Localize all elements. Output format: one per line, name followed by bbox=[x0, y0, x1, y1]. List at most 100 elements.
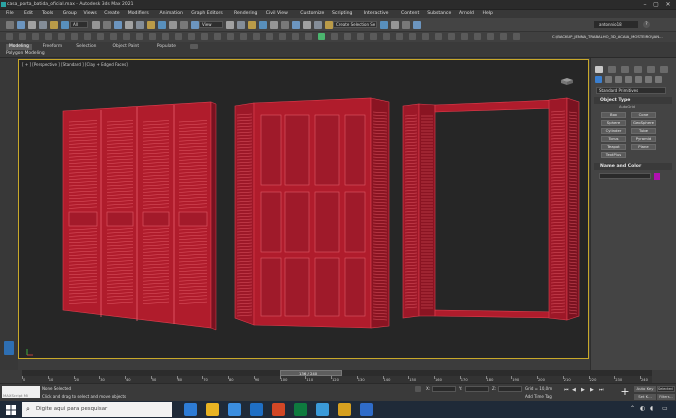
align-icon[interactable] bbox=[270, 21, 278, 29]
taskbar-app-icon[interactable] bbox=[250, 403, 263, 416]
z-field[interactable] bbox=[498, 386, 522, 392]
extra-tool-icon[interactable] bbox=[292, 33, 299, 40]
system-tray-icon[interactable]: ⌃ bbox=[630, 405, 635, 412]
lock-selection-icon[interactable] bbox=[415, 386, 421, 392]
menu-scripting[interactable]: Scripting bbox=[332, 11, 352, 16]
extra-tool-icon[interactable] bbox=[513, 33, 520, 40]
taskbar-app-icon[interactable] bbox=[272, 403, 285, 416]
spinner-snap-icon[interactable] bbox=[237, 21, 245, 29]
ribbon-tab-populate[interactable]: Populate bbox=[154, 44, 179, 50]
extra-tool-icon[interactable] bbox=[201, 33, 208, 40]
schematic-icon[interactable] bbox=[303, 21, 311, 29]
windows-start-icon[interactable] bbox=[6, 405, 16, 415]
maxscript-listener[interactable]: MAXScript Mi bbox=[2, 386, 40, 398]
extra-tool-icon[interactable] bbox=[45, 33, 52, 40]
link-icon[interactable] bbox=[28, 21, 36, 29]
prev-frame-icon[interactable]: ◀ bbox=[572, 387, 576, 393]
notifications-icon[interactable]: ▭ bbox=[662, 405, 668, 412]
object-color-swatch[interactable] bbox=[654, 173, 660, 180]
menu-create[interactable]: Create bbox=[104, 11, 119, 16]
taskbar-app-icon[interactable] bbox=[206, 403, 219, 416]
display-tab-icon[interactable] bbox=[647, 66, 655, 73]
add-time-tag-button[interactable]: Add Time Tag bbox=[525, 394, 552, 399]
taskbar-app-icon[interactable] bbox=[294, 403, 307, 416]
next-frame-icon[interactable]: ▶ bbox=[590, 387, 594, 393]
extra-tool-icon[interactable] bbox=[6, 33, 13, 40]
extra-tool-icon[interactable] bbox=[149, 33, 156, 40]
close-button[interactable]: ✕ bbox=[663, 1, 673, 9]
menu-animation[interactable]: Animation bbox=[160, 11, 183, 16]
scale-icon[interactable] bbox=[147, 21, 155, 29]
network-icon[interactable]: ◐ bbox=[640, 405, 645, 412]
taskbar-app-icon[interactable] bbox=[338, 403, 351, 416]
object-type-button[interactable]: Cylinder bbox=[601, 128, 626, 134]
object-type-rollout[interactable]: Object Type bbox=[594, 97, 672, 104]
object-type-button[interactable]: Torus bbox=[601, 136, 626, 142]
set-key-icon[interactable]: + bbox=[618, 385, 632, 399]
object-type-button[interactable]: Cone bbox=[631, 112, 656, 118]
workspace-path[interactable]: C:\BACKUP_JENNA_TRABALHO_3D_ACAIA_MOSTEI… bbox=[552, 34, 676, 39]
extra-tool-icon[interactable] bbox=[84, 33, 91, 40]
angle-snap-icon[interactable] bbox=[191, 21, 199, 29]
perspective-viewport[interactable]: [ + ] [Perspective ] [Standard ] [Clay +… bbox=[18, 59, 589, 359]
shapes-icon[interactable] bbox=[605, 76, 612, 83]
extra-tool-icon[interactable] bbox=[71, 33, 78, 40]
ribbon-tab-modeling[interactable]: Modeling bbox=[6, 44, 32, 50]
extra-tool-icon[interactable] bbox=[305, 33, 312, 40]
bind-icon[interactable] bbox=[50, 21, 58, 29]
autogrid-checkbox[interactable]: AutoGrid bbox=[619, 105, 635, 109]
extra-tool-icon[interactable] bbox=[279, 33, 286, 40]
extra-tool-icon[interactable] bbox=[19, 33, 26, 40]
extra-tool-icon[interactable] bbox=[175, 33, 182, 40]
help-icon[interactable]: ? bbox=[643, 21, 650, 28]
extra-tool-icon[interactable] bbox=[487, 33, 494, 40]
menu-file[interactable]: File bbox=[6, 11, 14, 16]
modify-tab-icon[interactable] bbox=[608, 66, 616, 73]
minimize-button[interactable]: – bbox=[640, 1, 650, 9]
cameras-icon[interactable] bbox=[625, 76, 632, 83]
select-name-icon[interactable] bbox=[92, 21, 100, 29]
name-color-rollout[interactable]: Name and Color bbox=[594, 163, 672, 170]
motion-tab-icon[interactable] bbox=[634, 66, 642, 73]
extra-tool-icon[interactable] bbox=[435, 33, 442, 40]
extra-tool-icon[interactable] bbox=[227, 33, 234, 40]
helpers-icon[interactable] bbox=[635, 76, 642, 83]
extra-tool-icon[interactable] bbox=[331, 33, 338, 40]
object-type-button[interactable]: Pyramid bbox=[631, 136, 656, 142]
rect-select-icon[interactable] bbox=[103, 21, 111, 29]
set-keys-button[interactable]: Set K... bbox=[634, 394, 656, 400]
render-setup-icon[interactable] bbox=[325, 21, 333, 29]
door-open-frame[interactable] bbox=[402, 97, 580, 321]
menu-group[interactable]: Group bbox=[63, 11, 77, 16]
named-selection-dropdown[interactable]: Create Selection Se bbox=[333, 21, 377, 28]
door-closed-shutters[interactable] bbox=[62, 101, 217, 331]
undo-icon[interactable] bbox=[6, 21, 14, 29]
extra-tool-icon[interactable] bbox=[357, 33, 364, 40]
extra-tool-icon[interactable] bbox=[266, 33, 273, 40]
menu-substance[interactable]: Substance bbox=[427, 11, 451, 16]
reference-coord-dropdown[interactable]: View bbox=[199, 21, 223, 28]
menu-rendering[interactable]: Rendering bbox=[234, 11, 257, 16]
extra-tool-icon[interactable] bbox=[136, 33, 143, 40]
menu-content[interactable]: Content bbox=[401, 11, 419, 16]
menu-views[interactable]: Views bbox=[84, 11, 97, 16]
place-icon[interactable] bbox=[158, 21, 166, 29]
material-editor-icon[interactable] bbox=[314, 21, 322, 29]
volume-icon[interactable]: ◖ bbox=[650, 405, 653, 412]
mirror-icon[interactable] bbox=[259, 21, 267, 29]
object-type-button[interactable]: Tube bbox=[631, 128, 656, 134]
object-type-button[interactable]: Box bbox=[601, 112, 626, 118]
object-type-button[interactable]: Sphere bbox=[601, 120, 626, 126]
extra-tool-icon[interactable] bbox=[58, 33, 65, 40]
object-type-button[interactable]: Teapot bbox=[601, 144, 626, 150]
extra-tool-icon[interactable] bbox=[110, 33, 117, 40]
extra-tool-icon[interactable] bbox=[370, 33, 377, 40]
systems-icon[interactable] bbox=[655, 76, 662, 83]
extra-tool-icon[interactable] bbox=[409, 33, 416, 40]
x-field[interactable] bbox=[432, 386, 456, 392]
rotate-icon[interactable] bbox=[136, 21, 144, 29]
extra-tool-icon[interactable] bbox=[162, 33, 169, 40]
ribbon-tab-freeform[interactable]: Freeform bbox=[40, 44, 66, 50]
object-type-button[interactable]: Plane bbox=[631, 144, 656, 150]
create-tab-icon[interactable] bbox=[595, 66, 603, 73]
